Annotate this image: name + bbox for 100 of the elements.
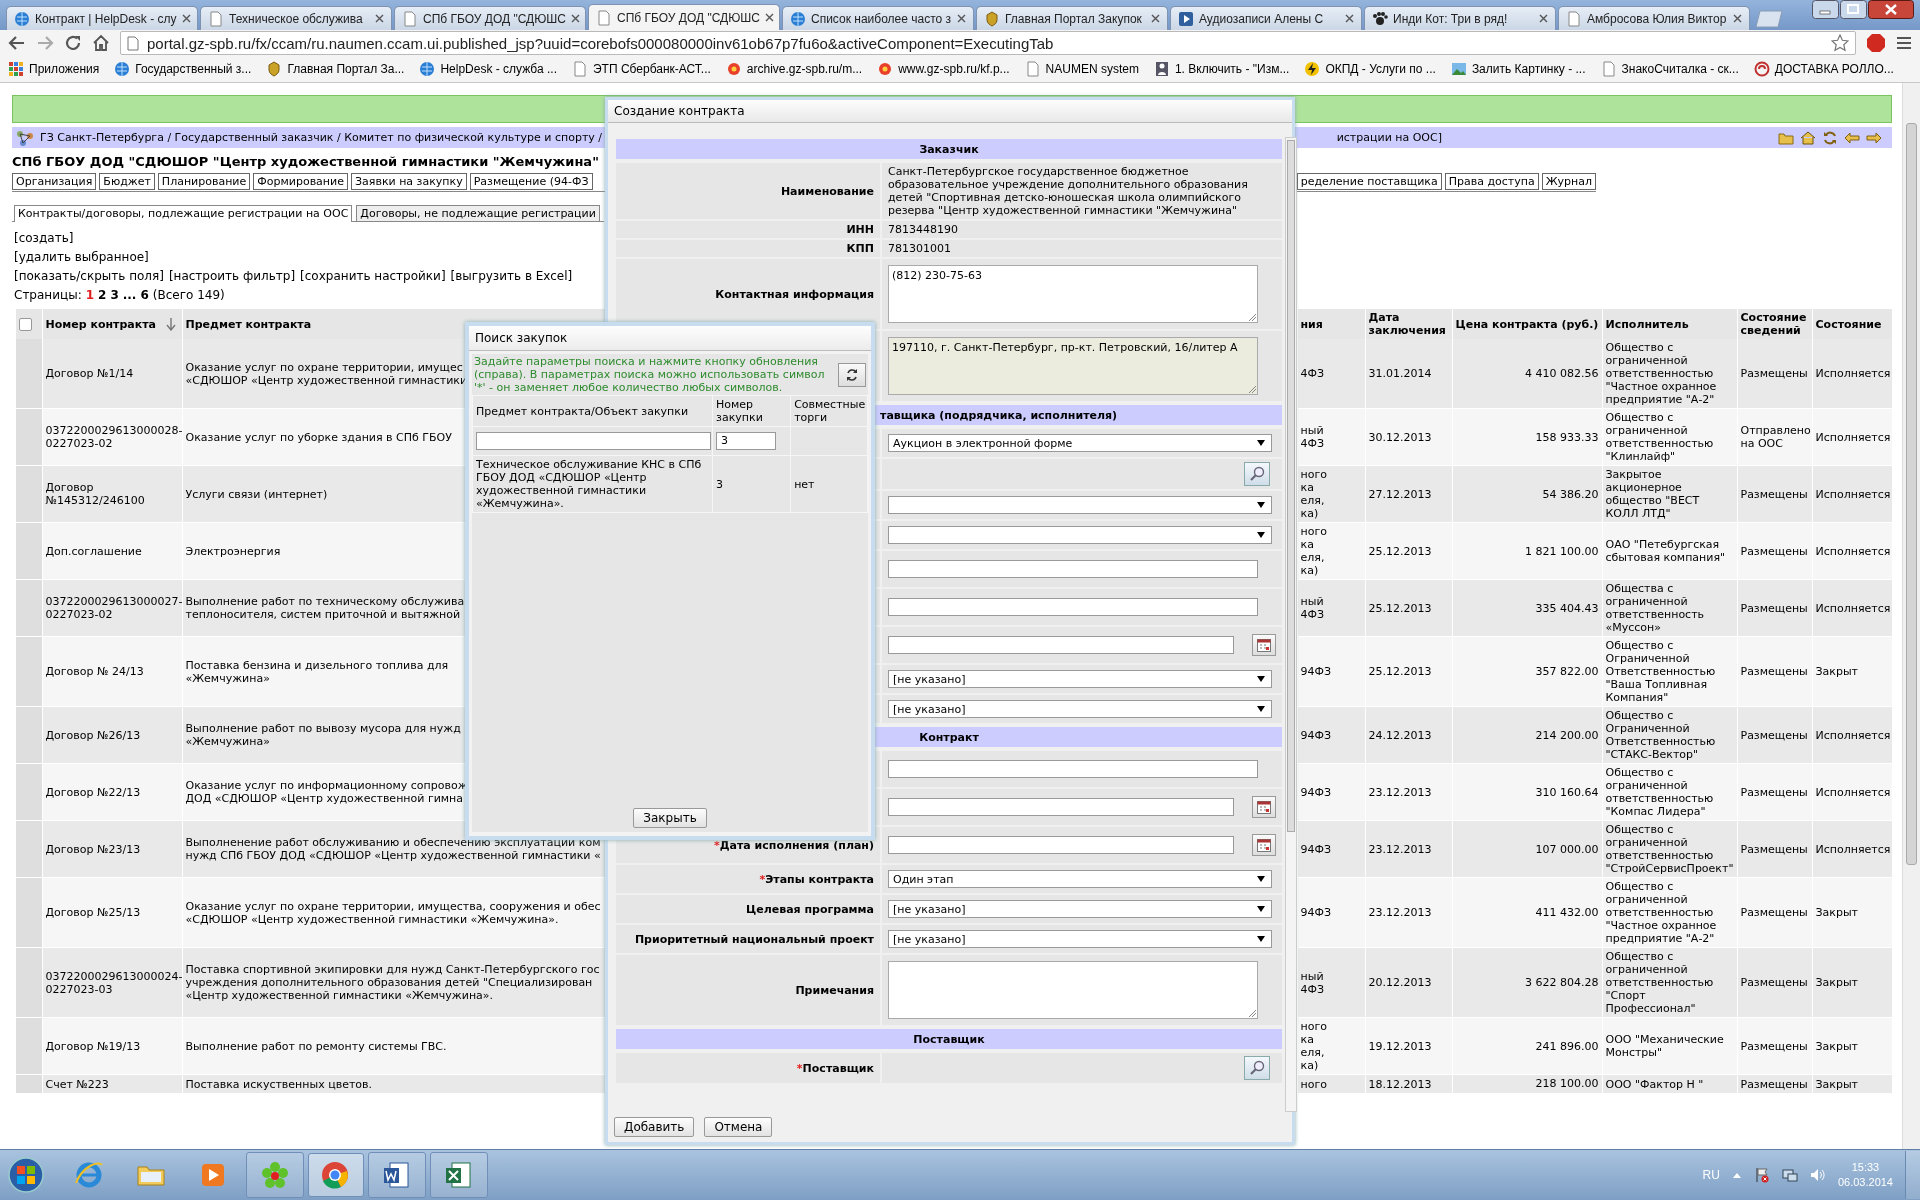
dropdown[interactable] <box>888 526 1272 544</box>
flag-icon[interactable] <box>1753 1167 1770 1183</box>
bookmark[interactable]: HelpDesk - служба ... <box>419 61 557 77</box>
page-link[interactable]: 6 <box>140 287 149 302</box>
close-icon[interactable] <box>1733 14 1742 23</box>
browser-tab[interactable]: Амбросова Юлия Виктор <box>1558 6 1750 30</box>
dropdown[interactable]: Один этап <box>888 870 1272 888</box>
column-header[interactable]: Состояние сведений <box>1740 311 1809 337</box>
calendar-button[interactable] <box>1252 634 1276 656</box>
nav-tab[interactable]: Размещение (94-ФЗ <box>469 173 593 190</box>
input-field[interactable]: 3 <box>716 432 777 450</box>
nav-tab[interactable]: Организация <box>12 173 97 190</box>
input-field[interactable] <box>888 560 1258 578</box>
back-icon[interactable] <box>8 34 26 52</box>
browser-tab[interactable]: Контракт | HelpDesk - слу <box>6 6 198 30</box>
column-header[interactable]: ния <box>1300 317 1362 331</box>
browser-tab[interactable]: Аудиозаписи Алены С <box>1170 6 1362 30</box>
dropdown[interactable]: [не указано] <box>888 930 1272 948</box>
dropdown[interactable]: Аукцион в электронной форме <box>888 434 1272 452</box>
close-icon[interactable] <box>181 14 191 23</box>
text-area[interactable] <box>888 961 1258 1019</box>
bookmark[interactable]: ЭТП Сбербанк-АСТ... <box>572 61 711 77</box>
breadcrumb-text[interactable]: истрации на ООС] <box>1336 131 1442 144</box>
bookmark[interactable]: Государственный з... <box>114 61 252 77</box>
close-icon[interactable] <box>1539 14 1548 23</box>
nav-tab[interactable]: Планирование <box>157 173 251 190</box>
calendar-button[interactable] <box>1252 834 1276 856</box>
refresh-button[interactable] <box>838 362 866 387</box>
minimize-icon[interactable] <box>1812 0 1839 19</box>
action-link[interactable]: [сохранить настройки] <box>300 268 446 283</box>
refresh-icon[interactable] <box>1822 130 1838 145</box>
dialog-button[interactable]: Отмена <box>704 1117 773 1137</box>
arrow-right-icon[interactable] <box>1866 130 1882 145</box>
bookmark[interactable]: ДОСТАВКА РОЛЛО... <box>1753 61 1894 77</box>
sub-tab[interactable]: Договоры, не подлежащие регистрации <box>356 205 600 221</box>
nav-tab[interactable]: ределение поставщика <box>1296 173 1442 190</box>
close-button[interactable]: Закрыть <box>633 808 707 828</box>
column-header[interactable]: Цена контракта (руб.) <box>1455 317 1599 331</box>
nav-tab[interactable]: Права доступа <box>1444 173 1539 190</box>
sort-arrow-icon[interactable] <box>166 317 176 331</box>
home-icon[interactable] <box>92 34 110 52</box>
dropdown[interactable]: [не указано] <box>888 670 1272 688</box>
browser-tab[interactable]: СПб ГБОУ ДОД "СДЮШС <box>588 4 780 30</box>
taskbar-button[interactable] <box>308 1153 364 1197</box>
nav-tab[interactable]: Заявки на закупку <box>351 173 467 190</box>
close-icon[interactable] <box>765 13 774 22</box>
taskbar-button[interactable] <box>368 1152 426 1198</box>
bookmark[interactable]: www.gz-spb.ru/kf.p... <box>877 61 1010 77</box>
input-field[interactable] <box>888 598 1258 616</box>
search-button[interactable] <box>1244 1056 1270 1080</box>
input-field[interactable] <box>476 432 711 450</box>
show-desktop-button[interactable] <box>1905 1151 1920 1199</box>
bookmark[interactable]: ОКПД - Услуги по ... <box>1304 61 1436 77</box>
scrollbar[interactable] <box>1285 137 1297 1112</box>
calendar-button[interactable] <box>1252 796 1276 818</box>
date-field[interactable] <box>888 798 1234 816</box>
bookmark[interactable]: NAUMEN system <box>1024 61 1139 77</box>
scrollbar[interactable] <box>1902 83 1920 1149</box>
nav-tab[interactable]: Журнал <box>1541 173 1596 190</box>
close-icon[interactable] <box>1151 14 1160 23</box>
action-link[interactable]: [показать/скрыть поля] <box>14 268 164 283</box>
star-icon[interactable] <box>1831 34 1849 52</box>
dropdown[interactable]: [не указано] <box>888 900 1272 918</box>
search-button[interactable] <box>1244 462 1270 486</box>
bookmark[interactable]: ЗнакоСчиталка - ск... <box>1600 61 1739 77</box>
home-icon[interactable] <box>1800 130 1816 145</box>
browser-tab[interactable]: Инди Кот: Три в ряд! <box>1364 6 1556 30</box>
sub-tab[interactable]: Контракты/договоры, подлежащие регистрации на ООС <box>14 205 353 222</box>
dialog-button[interactable]: Добавить <box>614 1117 695 1137</box>
close-icon[interactable] <box>375 14 384 23</box>
folder-icon[interactable] <box>1778 130 1794 145</box>
start-button-icon[interactable] <box>6 1155 46 1195</box>
column-header[interactable]: Состояние <box>1815 317 1889 331</box>
flower-icon[interactable] <box>259 1159 291 1191</box>
bookmark[interactable]: Приложения <box>8 61 100 77</box>
address-field[interactable]: portal.gz-spb.ru/fx/ccam/ru.naumen.ccam.ui.published_jsp?uuid=corebofs000080000inv61ob67p7fu6o&activeComponent=ExecutingTab <box>120 31 1856 55</box>
reload-icon[interactable] <box>64 34 82 52</box>
bookmark[interactable]: Главная Портал За... <box>266 61 405 77</box>
chrome-icon[interactable] <box>319 1159 351 1191</box>
close-icon[interactable] <box>571 14 580 23</box>
date-field[interactable] <box>888 636 1234 654</box>
arrow-left-icon[interactable] <box>1844 130 1860 145</box>
browser-tab[interactable]: Главная Портал Закупок <box>976 6 1168 30</box>
column-header[interactable]: Номер контракта <box>45 317 156 331</box>
dropdown[interactable]: [не указано] <box>888 700 1272 718</box>
close-icon[interactable] <box>1868 0 1914 19</box>
browser-tab[interactable]: Техническое обслужива <box>200 6 392 30</box>
maximize-icon[interactable] <box>1840 0 1867 19</box>
speaker-icon[interactable] <box>1809 1167 1826 1183</box>
action-link[interactable]: [удалить выбранное] <box>14 249 149 264</box>
input-field[interactable] <box>888 760 1258 778</box>
column-header[interactable]: Исполнитель <box>1605 317 1734 331</box>
page-link[interactable]: 1 <box>85 287 95 302</box>
bookmark[interactable]: archive.gz-spb.ru/m... <box>725 61 863 77</box>
taskbar-button[interactable] <box>430 1152 488 1198</box>
breadcrumb-text[interactable]: ГЗ Санкт-Петербурга / Государственный заказчик / Комитет по физической культуре и спорту / <box>40 131 603 144</box>
action-link[interactable]: [выгрузить в Excel] <box>450 268 573 283</box>
network-icon[interactable] <box>1781 1167 1798 1183</box>
bookmark[interactable]: 1. Включить - "Изм... <box>1153 61 1290 77</box>
text-area[interactable]: (812) 230-75-63 <box>888 265 1258 323</box>
